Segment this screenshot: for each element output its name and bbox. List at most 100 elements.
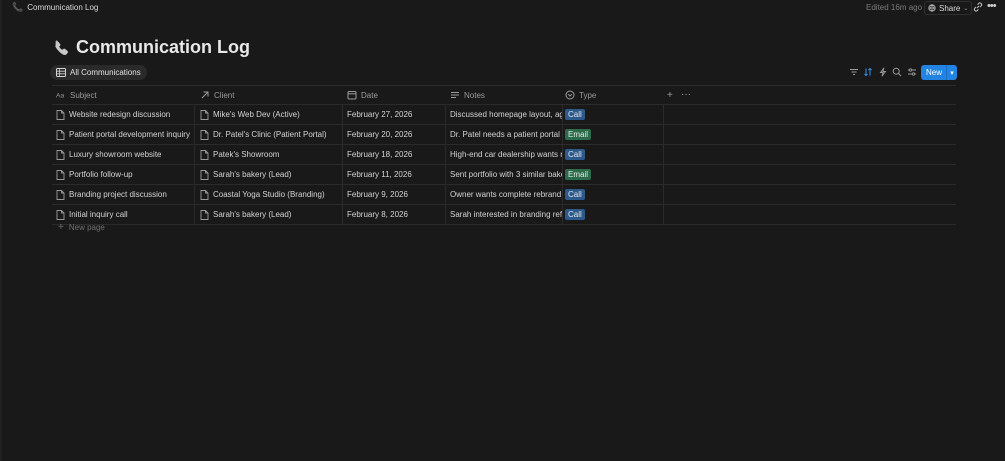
date-text: February 20, 2026 [347,130,413,139]
column-divider [194,145,195,164]
column-divider [445,105,446,124]
cell-type[interactable]: Call [565,145,660,164]
cell-subject[interactable]: Branding project discussion [56,185,196,204]
column-divider [445,125,446,144]
column-divider [562,165,563,184]
cell-client[interactable]: Dr. Patel's Clinic (Patient Portal) [200,125,345,144]
select-property-icon [565,90,575,100]
svg-text:Aa: Aa [56,93,64,100]
column-divider [445,145,446,164]
page-icon [200,169,209,180]
cell-notes[interactable]: Sent portfolio with 3 similar bakery [450,165,562,184]
cell-date[interactable]: February 9, 2026 [347,185,447,204]
table-row[interactable]: Initial inquiry call Sarah's bakery (Lea… [52,205,956,225]
column-divider [445,185,446,204]
column-divider [342,105,343,124]
column-header-client[interactable]: Client [200,86,234,104]
settings-sliders-icon[interactable] [907,67,917,77]
search-icon[interactable] [892,67,902,77]
column-header-date[interactable]: Date [347,86,378,104]
column-divider [663,165,664,184]
notes-text: Dr. Patel needs a patient portal for [450,130,562,139]
cell-date[interactable]: February 8, 2026 [347,205,447,224]
chevron-down-icon[interactable]: ▾ [947,69,957,77]
cell-date[interactable]: February 11, 2026 [347,165,447,184]
cell-type[interactable]: Email [565,125,660,144]
cell-client[interactable]: Sarah's bakery (Lead) [200,165,345,184]
table-row[interactable]: Branding project discussion Coastal Yoga… [52,185,956,205]
column-divider [663,145,664,164]
link-icon[interactable] [972,1,984,13]
cell-notes[interactable]: Sarah interested in branding refresh [450,205,562,224]
column-divider [562,125,563,144]
share-label: Share [939,3,961,13]
cell-client[interactable]: Mike's Web Dev (Active) [200,105,345,124]
column-divider [342,185,343,204]
column-header-subject[interactable]: Aa Subject [56,86,97,104]
cell-client[interactable]: Coastal Yoga Studio (Branding) [200,185,345,204]
type-badge: Email [565,169,592,180]
cell-notes[interactable]: Discussed homepage layout, agree [450,105,562,124]
column-divider [342,125,343,144]
cell-notes[interactable]: Dr. Patel needs a patient portal for [450,125,562,144]
text-property-icon: Aa [56,93,64,100]
table-row[interactable]: Portfolio follow-up Sarah's bakery (Lead… [52,165,956,185]
filter-icon[interactable] [849,67,859,77]
new-page-button[interactable]: + New page [58,222,105,233]
automation-bolt-icon[interactable] [878,67,888,77]
cell-date[interactable]: February 18, 2026 [347,145,447,164]
breadcrumb[interactable]: 📞 Communication Log [12,2,98,13]
new-button-label: New [926,68,943,77]
client-text: Sarah's bakery (Lead) [213,210,292,219]
page-icon [56,149,65,160]
column-header-notes[interactable]: Notes [450,86,485,104]
cell-subject[interactable]: Website redesign discussion [56,105,196,124]
column-divider [342,165,343,184]
page-icon [56,129,65,140]
table-row[interactable]: Patient portal development inquiry Dr. P… [52,125,956,145]
table-row[interactable]: Website redesign discussion Mike's Web D… [52,105,956,125]
column-label: Subject [70,90,97,100]
phone-icon: 📞 [12,2,24,12]
page-icon [200,209,209,220]
cell-date[interactable]: February 20, 2026 [347,125,447,144]
cell-client[interactable]: Patek's Showroom [200,145,345,164]
edited-timestamp: Edited 16m ago [866,3,923,12]
more-options-icon[interactable]: ••• [987,0,997,12]
cell-type[interactable]: Call [565,105,660,124]
cell-type[interactable]: Call [565,185,660,204]
column-header-type[interactable]: Type [565,86,596,104]
column-divider [194,125,195,144]
page-icon [56,209,65,220]
share-button[interactable]: Share ⌄ [924,1,973,15]
column-divider [663,205,664,224]
more-options-icon[interactable]: ··· [681,89,691,100]
add-property-icon[interactable]: + [667,90,673,101]
page-icon [56,109,65,120]
type-badge: Call [565,189,585,200]
cell-client[interactable]: Sarah's bakery (Lead) [200,205,345,224]
cell-type[interactable]: Call [565,205,660,224]
table-icon [56,68,66,77]
new-button[interactable]: New ▾ [921,65,957,80]
cell-notes[interactable]: Owner wants complete rebrand - lo [450,185,562,204]
view-tab-all-communications[interactable]: All Communications [50,65,147,80]
page-icon [56,169,65,180]
column-divider [194,185,195,204]
sort-icon[interactable] [863,67,873,77]
cell-subject[interactable]: Patient portal development inquiry [56,125,196,144]
column-divider [562,185,563,204]
table-row[interactable]: Luxury showroom website Patek's Showroom… [52,145,956,165]
notes-text: Discussed homepage layout, agree [450,110,562,119]
column-divider [194,205,195,224]
cell-type[interactable]: Email [565,165,660,184]
globe-icon [928,4,936,12]
view-tab-label: All Communications [70,68,141,77]
cell-date[interactable]: February 27, 2026 [347,105,447,124]
communications-table: Aa Subject Client Date Notes Type + ··· … [52,85,956,225]
column-divider [663,125,664,144]
cell-subject[interactable]: Luxury showroom website [56,145,196,164]
cell-subject[interactable]: Portfolio follow-up [56,165,196,184]
date-text: February 18, 2026 [347,150,413,159]
cell-notes[interactable]: High-end car dealership wants new [450,145,562,164]
